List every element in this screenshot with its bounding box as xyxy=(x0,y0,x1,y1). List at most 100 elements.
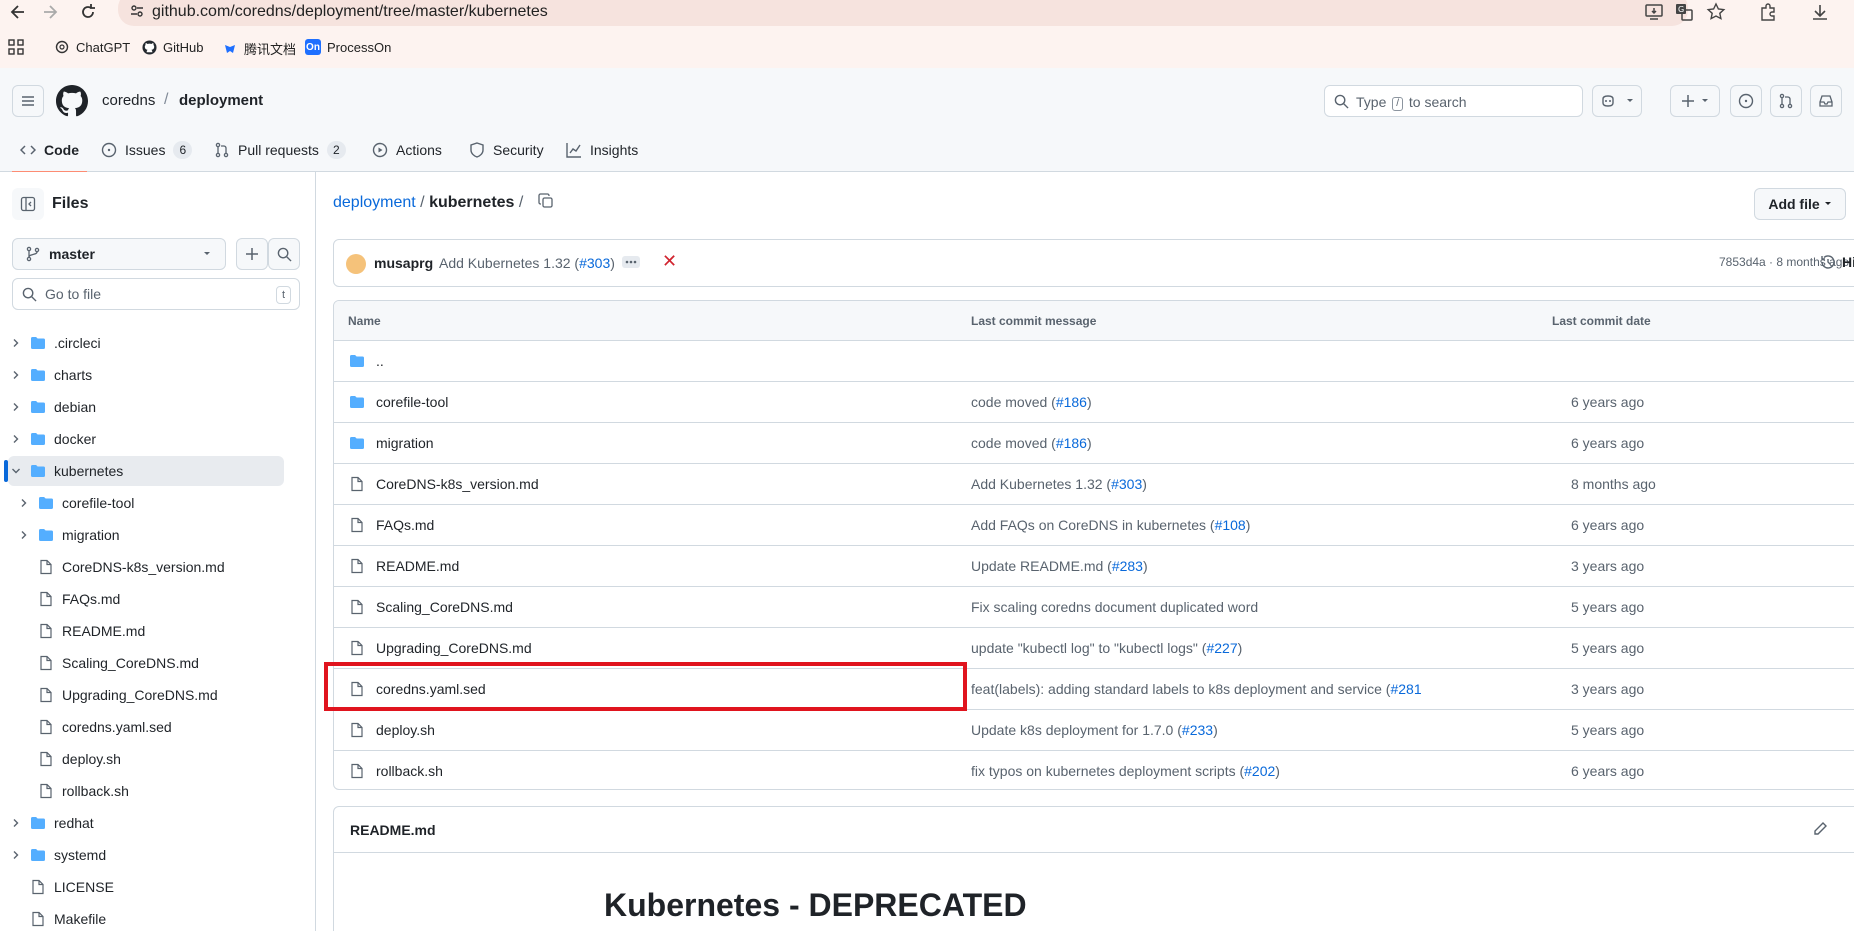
site-info-icon[interactable] xyxy=(130,4,144,18)
collapse-sidebar-button[interactable] xyxy=(12,188,44,220)
reload-icon[interactable] xyxy=(78,2,98,22)
sidebar-item-charts[interactable]: charts xyxy=(8,360,284,390)
create-new-button[interactable] xyxy=(1670,85,1720,117)
bookmark-github[interactable]: GitHub xyxy=(141,39,203,55)
sidebar-item-circleci[interactable]: .circleci xyxy=(8,328,284,358)
chevron-right-icon[interactable] xyxy=(8,402,24,412)
breadcrumb-repo[interactable]: deployment xyxy=(179,92,263,109)
install-app-icon[interactable] xyxy=(1644,2,1664,22)
bookmark-chatgpt[interactable]: ChatGPT xyxy=(54,39,130,55)
table-row[interactable]: migration code moved (#186) 6 years ago xyxy=(334,423,1854,464)
branch-selector[interactable]: master xyxy=(12,238,226,270)
commit-pr-link[interactable]: #283 xyxy=(1112,558,1143,574)
readme-title[interactable]: README.md xyxy=(350,822,436,838)
download-icon[interactable] xyxy=(1810,2,1830,22)
table-row[interactable]: CoreDNS-k8s_version.md Add Kubernetes 1.3… xyxy=(334,464,1854,505)
file-name-link[interactable]: rollback.sh xyxy=(376,763,443,779)
chevron-right-icon[interactable] xyxy=(8,338,24,348)
sidebar-item-migration[interactable]: migration xyxy=(8,520,284,550)
star-icon[interactable] xyxy=(1706,2,1726,22)
table-row[interactable]: Scaling_CoreDNS.md Fix scaling coredns do… xyxy=(334,587,1854,628)
forward-icon[interactable] xyxy=(40,2,60,22)
commit-pr-link[interactable]: #108 xyxy=(1215,517,1246,533)
bookmark-tencent-docs[interactable]: 腾讯文档 xyxy=(222,39,296,58)
sidebar-item-rollback-sh[interactable]: rollback.sh xyxy=(8,776,284,806)
edit-pencil-icon[interactable] xyxy=(1812,821,1828,837)
parent-directory-link[interactable]: .. xyxy=(376,353,384,369)
commit-message-link[interactable]: fix typos on kubernetes deployment scrip… xyxy=(971,763,1280,779)
go-to-file-input[interactable]: Go to file t xyxy=(12,278,300,310)
chevron-down-icon[interactable] xyxy=(8,466,24,476)
history-link[interactable]: History xyxy=(1820,254,1854,270)
commit-message-link[interactable]: code moved (#186) xyxy=(971,394,1092,410)
commit-pr-link[interactable]: #186 xyxy=(1056,435,1087,451)
table-row[interactable]: rollback.sh fix typos on kubernetes deplo… xyxy=(334,751,1854,789)
copilot-button[interactable] xyxy=(1592,85,1642,117)
commit-message-link[interactable]: Add FAQs on CoreDNS in kubernetes (#108) xyxy=(971,517,1250,533)
chevron-right-icon[interactable] xyxy=(8,818,24,828)
issues-button[interactable] xyxy=(1730,85,1762,117)
tab-pull-requests[interactable]: Pull requests 2 xyxy=(206,128,354,172)
commit-pr-link[interactable]: #303 xyxy=(1111,476,1142,492)
add-file-button[interactable] xyxy=(236,238,268,270)
file-name-link[interactable]: deploy.sh xyxy=(376,722,435,738)
check-failed-icon[interactable]: ✕ xyxy=(662,251,677,272)
chevron-right-icon[interactable] xyxy=(8,370,24,380)
sidebar-item-docker[interactable]: docker xyxy=(8,424,284,454)
tab-issues[interactable]: Issues 6 xyxy=(93,128,200,172)
sidebar-item-coredns-k8s-version-md[interactable]: CoreDNS-k8s_version.md xyxy=(8,552,284,582)
chevron-right-icon[interactable] xyxy=(8,850,24,860)
github-logo-icon[interactable] xyxy=(56,85,88,117)
parent-directory-row[interactable]: .. xyxy=(334,341,1854,382)
chevron-right-icon[interactable] xyxy=(16,498,32,508)
commit-message-link[interactable]: Add Kubernetes 1.32 (#303) xyxy=(971,476,1147,492)
url-text[interactable]: github.com/coredns/deployment/tree/maste… xyxy=(152,3,548,21)
table-row[interactable]: README.md Update README.md (#283) 3 years … xyxy=(334,546,1854,587)
search-input[interactable]: Type / to search xyxy=(1324,85,1583,117)
sidebar-item-debian[interactable]: debian xyxy=(8,392,284,422)
sidebar-item-upgrading-coredns-md[interactable]: Upgrading_CoreDNS.md xyxy=(8,680,284,710)
sidebar-item-corefile-tool[interactable]: corefile-tool xyxy=(8,488,284,518)
sidebar-item-readme-md[interactable]: README.md xyxy=(8,616,284,646)
table-row[interactable]: corefile-tool code moved (#186) 6 years ag… xyxy=(334,382,1854,423)
commit-pr-link[interactable]: #281 xyxy=(1390,681,1421,697)
table-row[interactable]: FAQs.md Add FAQs on CoreDNS in kubernetes… xyxy=(334,505,1854,546)
path-root-link[interactable]: deployment xyxy=(333,194,416,211)
file-name-link[interactable]: Upgrading_CoreDNS.md xyxy=(376,640,532,656)
commit-message[interactable]: Add Kubernetes 1.32 (#303) xyxy=(439,255,615,271)
sidebar-item-deploy-sh[interactable]: deploy.sh xyxy=(8,744,284,774)
commit-pr-link[interactable]: #186 xyxy=(1056,394,1087,410)
table-row[interactable]: deploy.sh Update k8s deployment for 1.7.0… xyxy=(334,710,1854,751)
commit-message-link[interactable]: Fix scaling coredns document duplicated … xyxy=(971,599,1258,615)
inbox-button[interactable] xyxy=(1810,85,1842,117)
pull-requests-button[interactable] xyxy=(1770,85,1802,117)
commit-message-link[interactable]: feat(labels): adding standard labels to … xyxy=(971,681,1422,697)
back-icon[interactable] xyxy=(8,2,28,22)
copy-path-icon[interactable] xyxy=(538,193,554,209)
commit-message-link[interactable]: Update README.md (#283) xyxy=(971,558,1148,574)
commit-message-link[interactable]: code moved (#186) xyxy=(971,435,1092,451)
sidebar-item-makefile[interactable]: Makefile xyxy=(8,904,284,931)
extensions-icon[interactable] xyxy=(1758,2,1778,22)
commit-pr-link[interactable]: #303 xyxy=(579,255,610,271)
commit-message-link[interactable]: update "kubectl log" to "kubectl logs" (… xyxy=(971,640,1242,656)
sidebar-item-redhat[interactable]: redhat xyxy=(8,808,284,838)
file-name-link[interactable]: corefile-tool xyxy=(376,394,448,410)
tab-insights[interactable]: Insights xyxy=(558,128,646,172)
chevron-right-icon[interactable] xyxy=(8,434,24,444)
file-name-link[interactable]: FAQs.md xyxy=(376,517,434,533)
chevron-right-icon[interactable] xyxy=(16,530,32,540)
commit-pr-link[interactable]: #233 xyxy=(1182,722,1213,738)
tab-actions[interactable]: Actions xyxy=(364,128,450,172)
commit-pr-link[interactable]: #227 xyxy=(1206,640,1237,656)
file-name-link[interactable]: migration xyxy=(376,435,434,451)
sidebar-item-coredns-yaml-sed[interactable]: coredns.yaml.sed xyxy=(8,712,284,742)
tab-code[interactable]: Code xyxy=(12,128,87,173)
translate-icon[interactable]: G xyxy=(1674,2,1694,22)
sidebar-item-systemd[interactable]: systemd xyxy=(8,840,284,870)
apps-icon[interactable] xyxy=(8,39,24,55)
tab-security[interactable]: Security xyxy=(461,128,552,172)
commit-message-link[interactable]: Update k8s deployment for 1.7.0 (#233) xyxy=(971,722,1218,738)
sidebar-item-faqs-md[interactable]: FAQs.md xyxy=(8,584,284,614)
file-name-link[interactable]: README.md xyxy=(376,558,459,574)
